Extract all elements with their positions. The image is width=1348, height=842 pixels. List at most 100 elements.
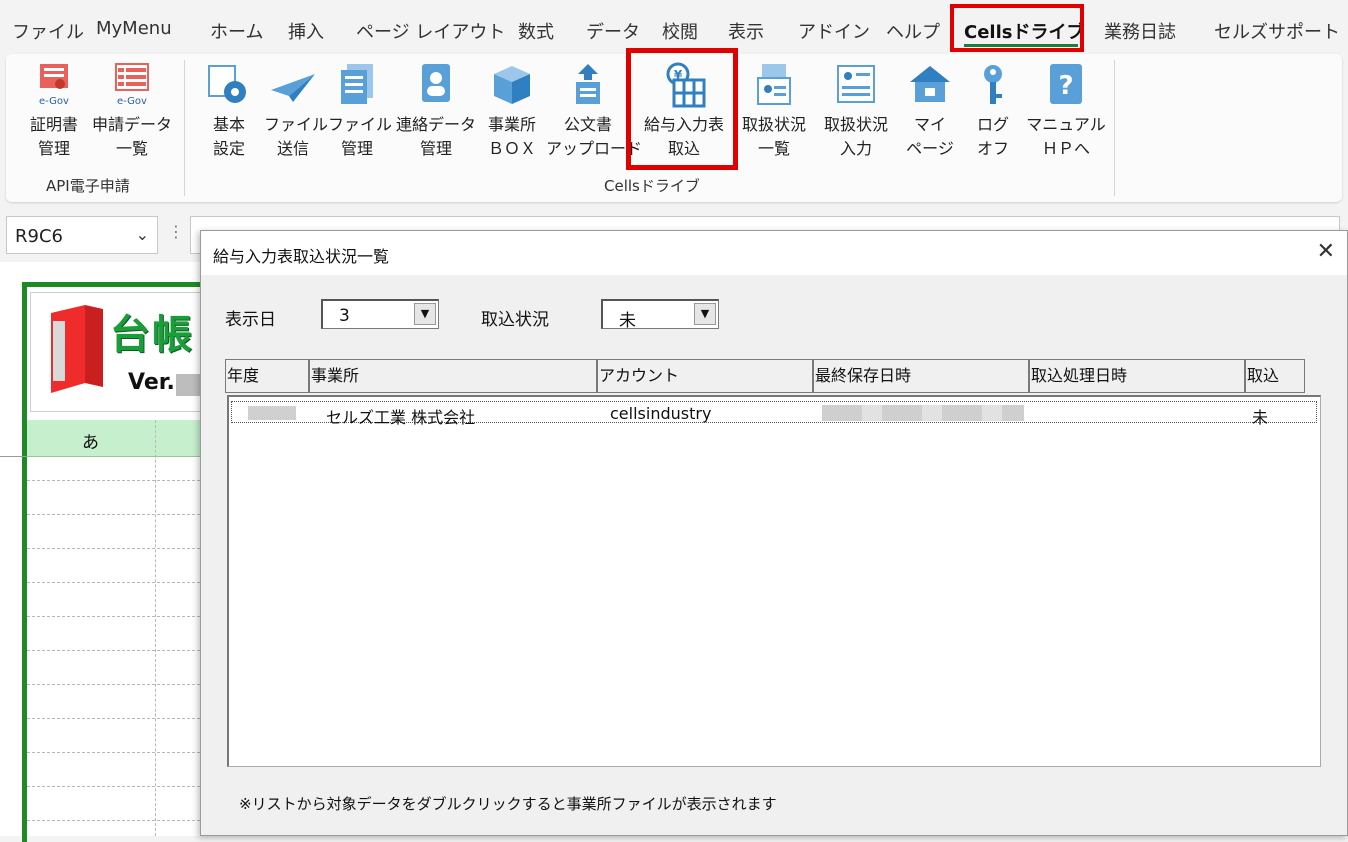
button-label: 設定 <box>212 139 245 158</box>
list-egov-icon: e-Gov <box>108 62 156 112</box>
public-document-upload-button[interactable]: 公文書 アップロード <box>546 62 643 160</box>
button-label: オフ <box>976 139 1009 158</box>
display-date-select[interactable]: 3 ▼ <box>321 299 439 329</box>
basic-settings-button[interactable]: 基本 設定 <box>202 62 256 160</box>
tab-data[interactable]: データ <box>586 18 640 44</box>
tab-addins[interactable]: アドイン <box>798 18 870 44</box>
row-line <box>27 514 210 516</box>
file-management-button[interactable]: ファイル 管理 <box>328 62 393 160</box>
button-label: ページ <box>906 139 954 158</box>
tab-work-diary[interactable]: 業務日誌 <box>1104 18 1176 44</box>
paper-plane-icon <box>269 62 317 112</box>
row-line <box>27 684 210 686</box>
office-box-button[interactable]: 事業所 ＢＯＸ <box>482 62 542 160</box>
row-line <box>0 456 27 457</box>
tab-formulas[interactable]: 数式 <box>518 18 554 44</box>
button-label: 管理 <box>340 139 373 158</box>
menu-bar: ファイル MyMenu ホーム 挿入 ページ レイアウト 数式 データ 校閲 表… <box>0 0 1348 54</box>
group-label-api: API電子申請 <box>46 177 130 195</box>
home-icon <box>906 62 954 112</box>
certificate-management-button[interactable]: e-Gov 証明書 管理 <box>24 62 84 160</box>
status-list-icon <box>750 62 798 112</box>
row-line <box>27 718 210 720</box>
row-line <box>27 820 210 822</box>
button-label: アップロード <box>546 139 643 158</box>
button-label: ファイル <box>328 115 393 134</box>
file-stack-icon <box>333 62 381 112</box>
button-label: 公文書 <box>563 115 612 134</box>
import-status-label: 取込状況 <box>481 310 549 330</box>
column-header-account[interactable]: アカウント <box>597 359 813 393</box>
handling-status-input-button[interactable]: 取扱状況 入力 <box>818 62 894 160</box>
column-divider <box>155 420 157 836</box>
row-line <box>27 650 210 652</box>
button-label: 一覧 <box>115 139 148 158</box>
manual-homepage-button[interactable]: ? マニュアル ＨＰへ <box>1026 62 1106 160</box>
column-header-import-processed[interactable]: 取込処理日時 <box>1029 359 1245 393</box>
column-header-last-saved[interactable]: 最終保存日時 <box>813 359 1029 393</box>
tab-mymenu[interactable]: MyMenu <box>96 18 172 39</box>
help-manual-icon: ? <box>1042 62 1090 112</box>
button-label: ＨＰへ <box>1041 139 1090 158</box>
button-label: 事業所 <box>487 115 536 134</box>
chevron-down-icon[interactable]: ▼ <box>694 303 716 325</box>
button-label: 申請データ <box>91 115 172 134</box>
close-icon[interactable]: ✕ <box>1317 239 1335 264</box>
box-icon <box>488 62 536 112</box>
chevron-down-icon[interactable]: ⌄ <box>136 225 149 244</box>
import-status-select[interactable]: 未 ▼ <box>601 299 719 331</box>
office-cell: セルズ工業 株式会社 <box>326 408 476 427</box>
tab-insert[interactable]: 挿入 <box>288 18 324 44</box>
certificate-egov-icon: e-Gov <box>30 62 78 112</box>
tab-page-layout[interactable]: ページ レイアウト <box>356 18 505 44</box>
list-item[interactable]: セルズ工業 株式会社 cellsindustry 未 <box>231 401 1317 427</box>
upload-document-icon <box>564 62 612 112</box>
tab-home[interactable]: ホーム <box>210 18 263 44</box>
row-line <box>27 786 210 788</box>
import-status-dialog: 給与入力表取込状況一覧 ✕ 表示日 3 ▼ 取込状況 未 ▼ 年度 事業所 アカ… <box>200 230 1348 836</box>
logoff-button[interactable]: ログ オフ <box>968 62 1018 160</box>
ledger-logo-text: 台帳 <box>110 312 194 358</box>
tab-view[interactable]: 表示 <box>728 18 764 44</box>
version-label: Ver. <box>128 370 175 395</box>
tab-cells-support[interactable]: セルズサポート <box>1214 18 1340 44</box>
button-label: 一覧 <box>757 139 790 158</box>
row-line <box>27 752 210 754</box>
settings-gear-icon <box>205 62 253 112</box>
row-line <box>27 582 210 584</box>
contact-data-management-button[interactable]: 連絡データ 管理 <box>394 62 478 160</box>
tab-review[interactable]: 校閲 <box>662 18 698 44</box>
column-header-import[interactable]: 取込 <box>1245 359 1305 393</box>
dialog-titlebar: 給与入力表取込状況一覧 ✕ <box>201 231 1347 275</box>
red-binder-icon <box>51 305 103 393</box>
import-status-cell: 未 <box>1252 408 1269 427</box>
button-label: ファイル <box>264 115 329 134</box>
button-label: 取扱状況 <box>741 115 806 134</box>
chevron-down-icon[interactable]: ▼ <box>414 303 436 325</box>
name-box[interactable]: R9C6 ⌄ <box>6 216 158 254</box>
button-label: ＢＯＸ <box>487 139 536 158</box>
my-page-button[interactable]: マイ ページ <box>902 62 958 160</box>
svg-text:e-Gov: e-Gov <box>39 96 69 107</box>
button-label: ログ <box>976 115 1009 134</box>
file-send-button[interactable]: ファイル 送信 <box>264 62 329 160</box>
column-header-office[interactable]: 事業所 <box>309 359 597 393</box>
button-highlight-box <box>626 48 738 170</box>
application-data-list-button[interactable]: e-Gov 申請データ 一覧 <box>90 62 174 160</box>
column-header-year[interactable]: 年度 <box>225 359 309 393</box>
tab-file[interactable]: ファイル <box>12 18 84 44</box>
name-box-value: R9C6 <box>15 226 63 247</box>
tab-help[interactable]: ヘルプ <box>886 18 940 44</box>
import-status-list[interactable]: セルズ工業 株式会社 cellsindustry 未 <box>227 395 1321 767</box>
handling-status-list-button[interactable]: 取扱状況 一覧 <box>736 62 812 160</box>
row-line <box>27 548 210 550</box>
formula-bar-grip-icon: ⋮ <box>168 222 184 241</box>
button-label: マニュアル <box>1026 115 1106 134</box>
import-status-value: 未 <box>619 311 636 331</box>
button-label: 入力 <box>839 139 872 158</box>
button-label: 連絡データ <box>395 115 476 134</box>
svg-text:?: ? <box>1058 71 1073 101</box>
display-date-value: 3 <box>339 306 350 326</box>
dialog-title: 給与入力表取込状況一覧 <box>213 247 390 266</box>
group-label-cells-drive: Cellsドライブ <box>604 177 700 195</box>
